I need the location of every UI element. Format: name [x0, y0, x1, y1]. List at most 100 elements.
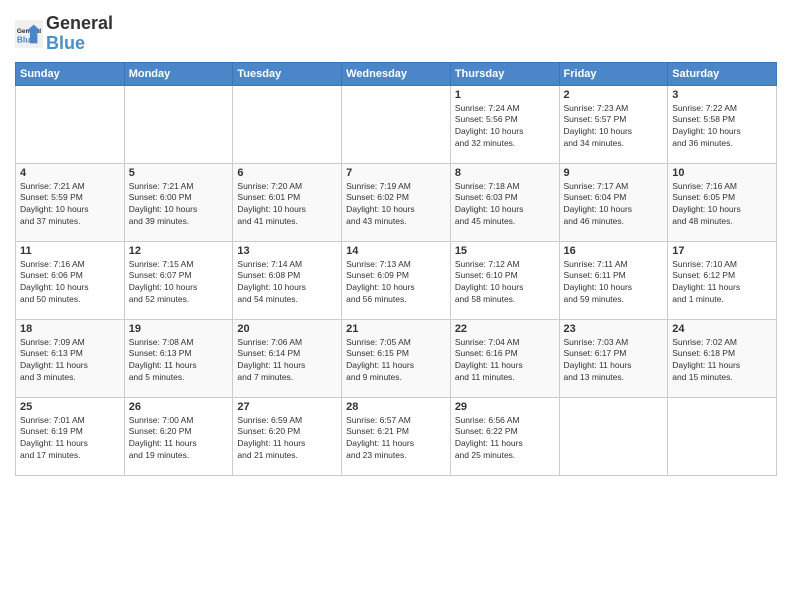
page-header: General Blue General Blue — [15, 10, 777, 54]
day-number: 26 — [129, 401, 229, 413]
calendar-cell: 19 Sunrise: 7:08 AM Sunset: 6:13 PM Dayli… — [124, 319, 233, 397]
calendar-cell: 29 Sunrise: 6:56 AM Sunset: 6:22 PM Dayli… — [450, 397, 559, 475]
day-header-saturday: Saturday — [668, 62, 777, 85]
calendar-cell: 27 Sunrise: 6:59 AM Sunset: 6:20 PM Dayli… — [233, 397, 342, 475]
day-number: 9 — [564, 167, 664, 179]
calendar-cell: 26 Sunrise: 7:00 AM Sunset: 6:20 PM Dayli… — [124, 397, 233, 475]
day-number: 16 — [564, 245, 664, 257]
day-number: 8 — [455, 167, 555, 179]
calendar-cell — [342, 85, 451, 163]
calendar-week-1: 1 Sunrise: 7:24 AM Sunset: 5:56 PM Daylig… — [16, 85, 777, 163]
day-info: Sunrise: 7:13 AM Sunset: 6:09 PM Dayligh… — [346, 259, 446, 307]
day-header-tuesday: Tuesday — [233, 62, 342, 85]
day-number: 19 — [129, 323, 229, 335]
day-number: 1 — [455, 89, 555, 101]
calendar-cell — [124, 85, 233, 163]
calendar-cell: 25 Sunrise: 7:01 AM Sunset: 6:19 PM Dayli… — [16, 397, 125, 475]
day-info: Sunrise: 7:06 AM Sunset: 6:14 PM Dayligh… — [237, 337, 337, 385]
calendar-cell: 18 Sunrise: 7:09 AM Sunset: 6:13 PM Dayli… — [16, 319, 125, 397]
calendar-cell: 6 Sunrise: 7:20 AM Sunset: 6:01 PM Daylig… — [233, 163, 342, 241]
logo-text-line1: General — [46, 14, 113, 34]
calendar-cell: 12 Sunrise: 7:15 AM Sunset: 6:07 PM Dayli… — [124, 241, 233, 319]
day-info: Sunrise: 7:20 AM Sunset: 6:01 PM Dayligh… — [237, 181, 337, 229]
calendar-header-row: SundayMondayTuesdayWednesdayThursdayFrid… — [16, 62, 777, 85]
page-container: General Blue General Blue SundayMondayTu… — [0, 0, 792, 481]
day-info: Sunrise: 6:56 AM Sunset: 6:22 PM Dayligh… — [455, 415, 555, 463]
logo: General Blue General Blue — [15, 14, 113, 54]
calendar-cell — [668, 397, 777, 475]
day-info: Sunrise: 7:11 AM Sunset: 6:11 PM Dayligh… — [564, 259, 664, 307]
day-info: Sunrise: 7:24 AM Sunset: 5:56 PM Dayligh… — [455, 103, 555, 151]
day-number: 17 — [672, 245, 772, 257]
day-number: 7 — [346, 167, 446, 179]
day-number: 15 — [455, 245, 555, 257]
day-info: Sunrise: 7:04 AM Sunset: 6:16 PM Dayligh… — [455, 337, 555, 385]
day-number: 2 — [564, 89, 664, 101]
day-info: Sunrise: 7:16 AM Sunset: 6:05 PM Dayligh… — [672, 181, 772, 229]
calendar-cell: 15Sunrise: 7:12 AM Sunset: 6:10 PM Dayli… — [450, 241, 559, 319]
day-number: 4 — [20, 167, 120, 179]
logo-icon: General Blue — [15, 20, 43, 48]
calendar-cell: 2Sunrise: 7:23 AM Sunset: 5:57 PM Daylig… — [559, 85, 668, 163]
day-info: Sunrise: 7:22 AM Sunset: 5:58 PM Dayligh… — [672, 103, 772, 151]
day-header-thursday: Thursday — [450, 62, 559, 85]
day-info: Sunrise: 7:14 AM Sunset: 6:08 PM Dayligh… — [237, 259, 337, 307]
day-number: 14 — [346, 245, 446, 257]
day-info: Sunrise: 7:21 AM Sunset: 6:00 PM Dayligh… — [129, 181, 229, 229]
calendar-cell — [559, 397, 668, 475]
calendar-cell: 16 Sunrise: 7:11 AM Sunset: 6:11 PM Dayli… — [559, 241, 668, 319]
calendar-week-3: 11 Sunrise: 7:16 AM Sunset: 6:06 PM Dayli… — [16, 241, 777, 319]
day-info: Sunrise: 7:03 AM Sunset: 6:17 PM Dayligh… — [564, 337, 664, 385]
day-info: Sunrise: 7:18 AM Sunset: 6:03 PM Dayligh… — [455, 181, 555, 229]
day-info: Sunrise: 7:02 AM Sunset: 6:18 PM Dayligh… — [672, 337, 772, 385]
day-number: 18 — [20, 323, 120, 335]
day-number: 11 — [20, 245, 120, 257]
calendar-cell: 3 Sunrise: 7:22 AM Sunset: 5:58 PM Daylig… — [668, 85, 777, 163]
calendar-cell: 17 Sunrise: 7:10 AM Sunset: 6:12 PM Dayli… — [668, 241, 777, 319]
calendar-cell: 11 Sunrise: 7:16 AM Sunset: 6:06 PM Dayli… — [16, 241, 125, 319]
day-info: Sunrise: 7:01 AM Sunset: 6:19 PM Dayligh… — [20, 415, 120, 463]
calendar-week-4: 18 Sunrise: 7:09 AM Sunset: 6:13 PM Dayli… — [16, 319, 777, 397]
day-header-sunday: Sunday — [16, 62, 125, 85]
day-number: 5 — [129, 167, 229, 179]
day-info: Sunrise: 7:17 AM Sunset: 6:04 PM Dayligh… — [564, 181, 664, 229]
calendar-cell: 8 Sunrise: 7:18 AM Sunset: 6:03 PM Daylig… — [450, 163, 559, 241]
calendar-cell: 22 Sunrise: 7:04 AM Sunset: 6:16 PM Dayli… — [450, 319, 559, 397]
day-info: Sunrise: 7:15 AM Sunset: 6:07 PM Dayligh… — [129, 259, 229, 307]
day-info: Sunrise: 7:10 AM Sunset: 6:12 PM Dayligh… — [672, 259, 772, 307]
day-number: 13 — [237, 245, 337, 257]
day-number: 29 — [455, 401, 555, 413]
day-number: 10 — [672, 167, 772, 179]
day-info: Sunrise: 7:05 AM Sunset: 6:15 PM Dayligh… — [346, 337, 446, 385]
day-number: 12 — [129, 245, 229, 257]
calendar-cell: 4 Sunrise: 7:21 AM Sunset: 5:59 PM Daylig… — [16, 163, 125, 241]
day-number: 21 — [346, 323, 446, 335]
day-number: 28 — [346, 401, 446, 413]
day-number: 3 — [672, 89, 772, 101]
logo-text-line2: Blue — [46, 34, 113, 54]
day-number: 6 — [237, 167, 337, 179]
calendar-cell: 5 Sunrise: 7:21 AM Sunset: 6:00 PM Daylig… — [124, 163, 233, 241]
day-number: 27 — [237, 401, 337, 413]
day-info: Sunrise: 7:16 AM Sunset: 6:06 PM Dayligh… — [20, 259, 120, 307]
calendar-cell: 10 Sunrise: 7:16 AM Sunset: 6:05 PM Dayli… — [668, 163, 777, 241]
calendar-cell: 14 Sunrise: 7:13 AM Sunset: 6:09 PM Dayli… — [342, 241, 451, 319]
calendar-cell — [233, 85, 342, 163]
day-info: Sunrise: 7:21 AM Sunset: 5:59 PM Dayligh… — [20, 181, 120, 229]
day-info: Sunrise: 7:00 AM Sunset: 6:20 PM Dayligh… — [129, 415, 229, 463]
day-number: 24 — [672, 323, 772, 335]
calendar-cell: 21 Sunrise: 7:05 AM Sunset: 6:15 PM Dayli… — [342, 319, 451, 397]
day-info: Sunrise: 7:19 AM Sunset: 6:02 PM Dayligh… — [346, 181, 446, 229]
calendar-cell: 20Sunrise: 7:06 AM Sunset: 6:14 PM Dayli… — [233, 319, 342, 397]
day-info: Sunrise: 6:59 AM Sunset: 6:20 PM Dayligh… — [237, 415, 337, 463]
day-number: 22 — [455, 323, 555, 335]
calendar-cell: 13 Sunrise: 7:14 AM Sunset: 6:08 PM Dayli… — [233, 241, 342, 319]
day-info: Sunrise: 7:09 AM Sunset: 6:13 PM Dayligh… — [20, 337, 120, 385]
calendar-table: SundayMondayTuesdayWednesdayThursdayFrid… — [15, 62, 777, 476]
calendar-cell: 7 Sunrise: 7:19 AM Sunset: 6:02 PM Daylig… — [342, 163, 451, 241]
day-number: 23 — [564, 323, 664, 335]
day-number: 25 — [20, 401, 120, 413]
day-info: Sunrise: 6:57 AM Sunset: 6:21 PM Dayligh… — [346, 415, 446, 463]
day-info: Sunrise: 7:08 AM Sunset: 6:13 PM Dayligh… — [129, 337, 229, 385]
calendar-cell: 24 Sunrise: 7:02 AM Sunset: 6:18 PM Dayli… — [668, 319, 777, 397]
